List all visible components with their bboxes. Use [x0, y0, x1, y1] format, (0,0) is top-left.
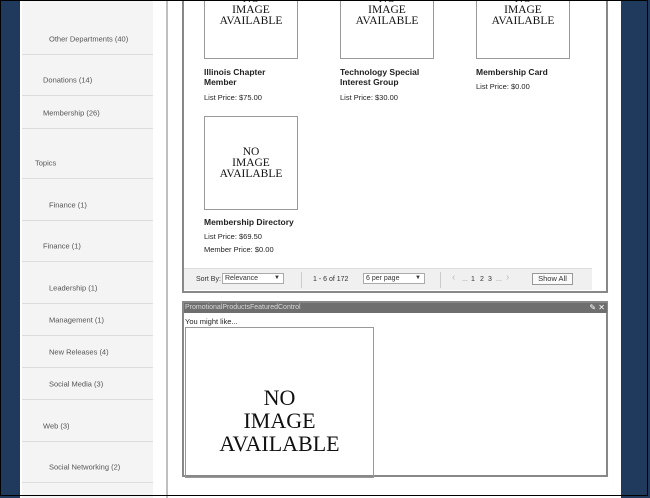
no-image-text: AVAILABLE — [219, 168, 283, 180]
product-image-placeholder[interactable]: NO IMAGE AVAILABLE — [204, 116, 298, 210]
per-page-select[interactable]: 6 per page ▼ — [363, 273, 425, 284]
product-image-placeholder[interactable]: NO IMAGE AVAILABLE — [476, 0, 570, 59]
sort-select[interactable]: Relevance ▼ — [222, 273, 284, 284]
no-image-text: AVAILABLE — [219, 15, 283, 27]
chevron-down-icon: ▼ — [415, 275, 421, 281]
product-list-price: List Price: $69.50 — [204, 232, 262, 241]
sidebar-item-leadership[interactable]: Leadership (1) — [22, 272, 153, 304]
product-image-placeholder[interactable]: NO IMAGE AVAILABLE — [340, 0, 434, 59]
sidebar-item-finance[interactable]: Finance (1) — [22, 230, 153, 262]
toolbar-divider — [301, 272, 302, 288]
no-image-text: AVAILABLE — [355, 15, 419, 27]
promo-panel: PromotionalProductsFeaturedControl ✎ ✕ Y… — [182, 301, 608, 478]
sidebar-heading-topics: Topics — [22, 147, 153, 179]
pager-ellipsis: ... — [462, 276, 468, 283]
toolbar-divider — [440, 272, 441, 288]
sidebar-item-finance-sub[interactable]: Finance (1) — [22, 189, 153, 221]
sidebar-item-other-departments[interactable]: Other Departments (40) — [22, 23, 153, 55]
product-title-link[interactable]: Technology Special Interest Group — [340, 67, 419, 87]
no-image-text: AVAILABLE — [491, 15, 555, 27]
sort-label: Sort By: — [196, 276, 221, 283]
product-title-link[interactable]: Membership Directory — [204, 217, 294, 227]
result-range: 1 - 6 of 172 — [313, 276, 349, 283]
chevron-down-icon: ▼ — [274, 275, 280, 281]
sidebar: Other Departments (40) Donations (14) Me… — [22, 0, 153, 498]
next-page-icon[interactable]: › — [506, 272, 509, 283]
sidebar-item-management[interactable]: Management (1) — [22, 304, 153, 336]
close-icon[interactable]: ✕ — [598, 303, 605, 312]
promo-header: PromotionalProductsFeaturedControl ✎ ✕ — [184, 303, 607, 313]
product-list-price: List Price: $75.00 — [204, 93, 262, 102]
column-divider — [166, 0, 168, 498]
promo-subtitle: You might like... — [185, 317, 238, 326]
no-image-text: IMAGE — [243, 408, 316, 433]
sidebar-item-new-releases[interactable]: New Releases (4) — [22, 336, 153, 368]
product-member-price: Member Price: $0.00 — [204, 245, 274, 254]
no-image-text: AVAILABLE — [219, 431, 340, 456]
sidebar-item-donations[interactable]: Donations (14) — [22, 64, 153, 96]
sidebar-item-web[interactable]: Web (3) — [22, 410, 153, 442]
pencil-icon[interactable]: ✎ — [589, 303, 596, 312]
product-list-price: List Price: $30.00 — [340, 93, 398, 102]
no-image-text: NO — [263, 385, 296, 410]
product-title-link[interactable]: Membership Card — [476, 67, 548, 77]
page-link-1[interactable]: 1 — [471, 276, 475, 283]
promo-image-placeholder[interactable]: NO IMAGE AVAILABLE — [185, 327, 374, 478]
product-image-placeholder[interactable]: NO IMAGE AVAILABLE — [204, 0, 298, 59]
show-all-button[interactable]: Show All — [532, 273, 573, 285]
product-list-price: List Price: $0.00 — [476, 82, 530, 91]
page-link-3[interactable]: 3 — [488, 276, 492, 283]
sidebar-item-membership[interactable]: Membership (26) — [22, 97, 153, 129]
product-title-link[interactable]: Illinois Chapter Member — [204, 67, 265, 87]
page-link-2[interactable]: 2 — [480, 276, 484, 283]
pager-ellipsis: ... — [496, 276, 502, 283]
prev-page-icon[interactable]: ‹ — [452, 272, 455, 283]
sidebar-item-social-media[interactable]: Social Media (3) — [22, 368, 153, 400]
sidebar-item-social-networking[interactable]: Social Networking (2) — [22, 451, 153, 483]
